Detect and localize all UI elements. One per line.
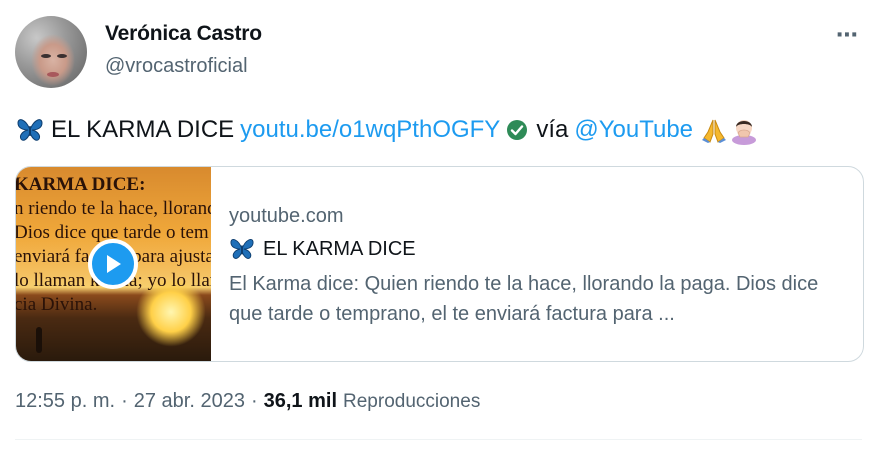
- verified-check-icon: [507, 120, 528, 140]
- card-title: EL KARMA DICE: [229, 237, 416, 261]
- more-options-icon[interactable]: ⋯: [836, 22, 859, 48]
- card-title-text: EL KARMA DICE: [263, 237, 416, 260]
- avatar-lips: [47, 72, 59, 77]
- video-thumbnail[interactable]: KARMA DICE: n riendo te la hace, llorand…: [16, 167, 211, 361]
- folded-hands-emoji: [699, 115, 729, 145]
- divider: [15, 439, 862, 440]
- author-name[interactable]: Verónica Castro: [105, 22, 262, 46]
- views-count: 36,1 mil: [263, 390, 338, 412]
- tweet-time[interactable]: 12:55 p. m.: [15, 390, 115, 413]
- views-label: Reproducciones: [343, 391, 481, 412]
- play-icon: [107, 255, 121, 273]
- tweet-link[interactable]: youtu.be/o1wqPthOGFY: [240, 116, 500, 144]
- tweet-text-label: EL KARMA DICE: [51, 116, 235, 143]
- avatar-eye: [57, 54, 67, 58]
- author-handle[interactable]: @vrocastroficial: [105, 55, 248, 78]
- youtube-mention[interactable]: @YouTube: [574, 116, 693, 144]
- link-preview-card[interactable]: KARMA DICE: n riendo te la hace, llorand…: [15, 166, 864, 362]
- butterfly-emoji: [15, 115, 45, 145]
- tweet-date[interactable]: 27 abr. 2023: [134, 390, 245, 413]
- card-domain: youtube.com: [229, 205, 344, 227]
- tweet-text: EL KARMA DICE youtu.be/o1wqPthOGFY vía @…: [15, 115, 759, 145]
- facepalm-emoji: [729, 115, 759, 145]
- play-button[interactable]: [88, 239, 138, 289]
- card-description: El Karma dice: Quien riendo te la hace, …: [229, 273, 819, 325]
- tweet-meta: 12:55 p. m. · 27 abr. 2023 · 36,1 mil Re…: [15, 390, 480, 413]
- avatar[interactable]: [15, 16, 87, 88]
- separator-dot: ·: [121, 390, 128, 412]
- avatar-eye: [41, 54, 51, 58]
- via-label: vía: [536, 116, 569, 143]
- butterfly-emoji: [230, 239, 254, 259]
- silhouette-figure: [36, 327, 42, 353]
- separator-dot: ·: [250, 390, 258, 412]
